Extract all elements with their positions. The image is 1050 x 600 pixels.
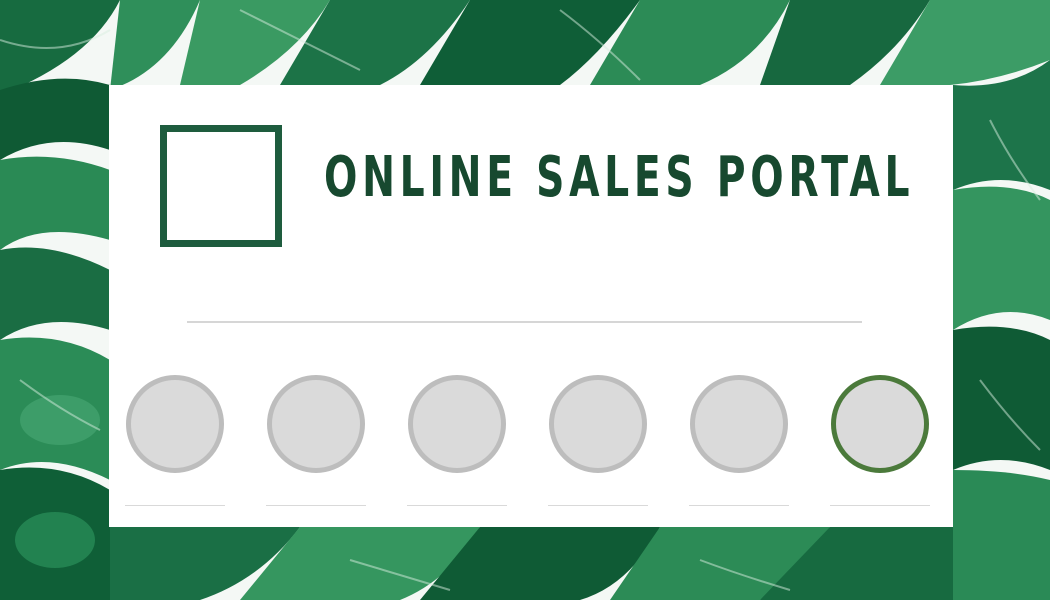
- option-circle-5[interactable]: [690, 375, 788, 473]
- page-title: ONLINE SALES PORTAL: [324, 145, 915, 210]
- option-slot-1: [125, 375, 225, 506]
- option-slot-4: [548, 375, 648, 506]
- option-slot-5: [689, 375, 789, 506]
- option-circle-1[interactable]: [126, 375, 224, 473]
- option-underline-6: [830, 505, 930, 506]
- option-underline-5: [689, 505, 789, 506]
- option-circle-4[interactable]: [549, 375, 647, 473]
- option-underline-3: [407, 505, 507, 506]
- portal-card: ONLINE SALES PORTAL: [109, 85, 953, 527]
- option-underline-1: [125, 505, 225, 506]
- option-underline-2: [266, 505, 366, 506]
- option-circle-2[interactable]: [267, 375, 365, 473]
- option-circle-6-selected[interactable]: [831, 375, 929, 473]
- option-underline-4: [548, 505, 648, 506]
- logo-square: [160, 125, 282, 247]
- option-slot-2: [266, 375, 366, 506]
- option-slot-3: [407, 375, 507, 506]
- header-divider: [187, 321, 862, 323]
- option-slot-6: [830, 375, 930, 506]
- option-circle-3[interactable]: [408, 375, 506, 473]
